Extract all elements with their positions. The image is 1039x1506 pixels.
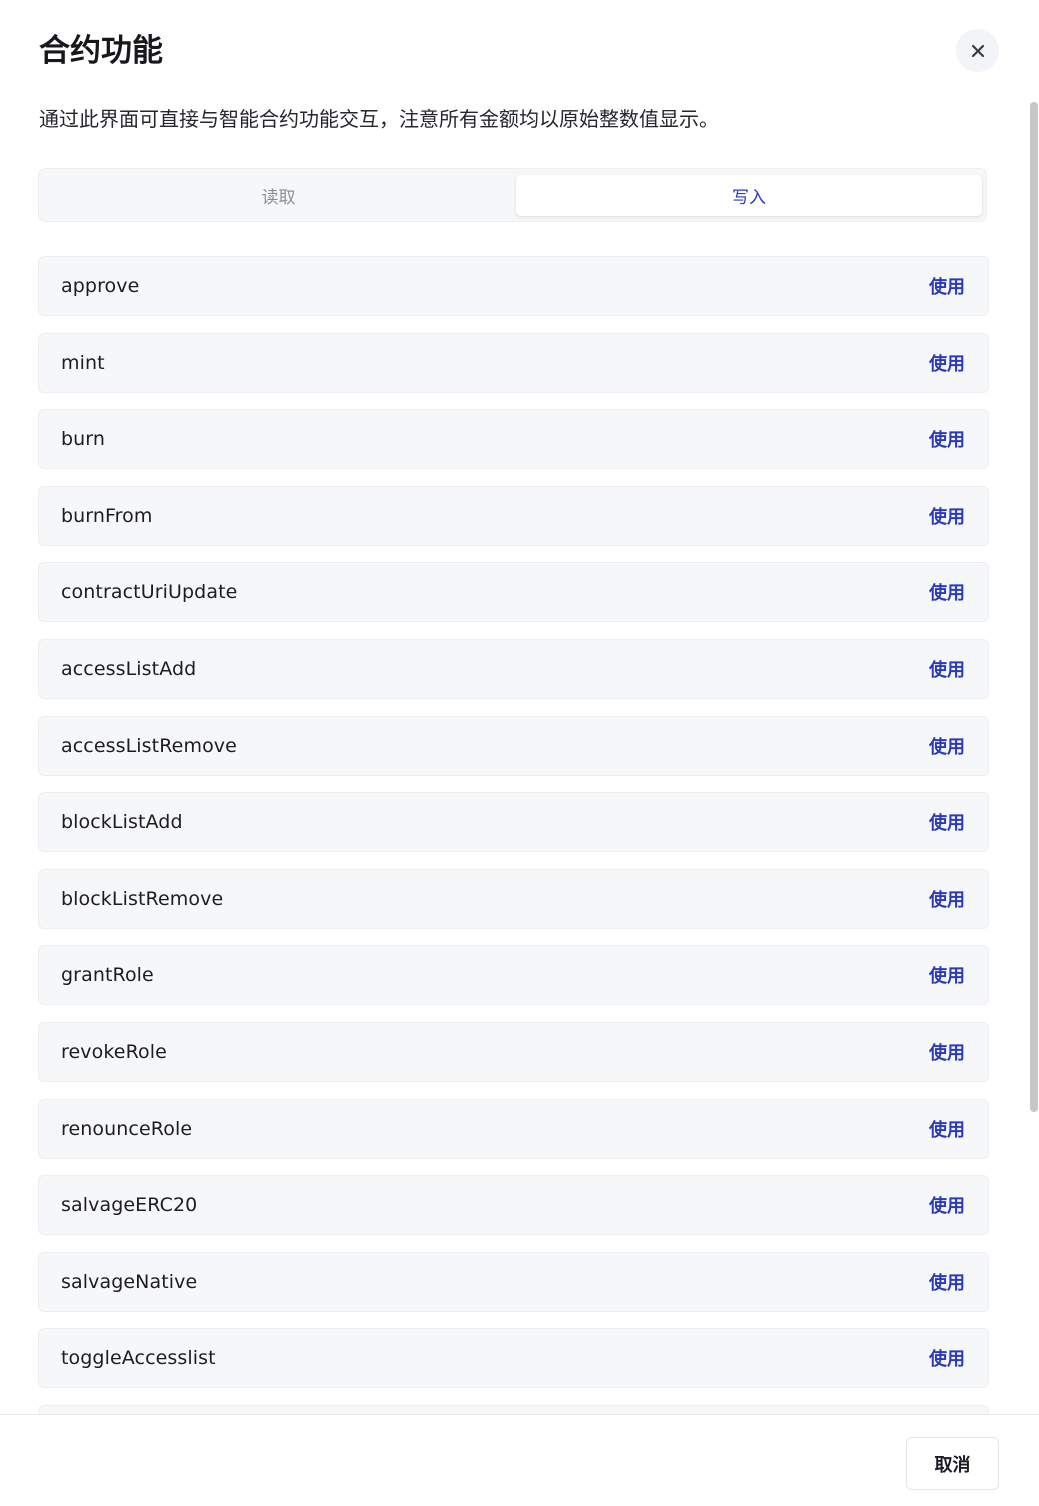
read-write-tabs: 读取 写入 bbox=[38, 168, 987, 222]
function-name: accessListRemove bbox=[61, 734, 237, 757]
contract-functions-dialog: 合约功能 通过此界面可直接与智能合约功能交互，注意所有金额均以原始整数值显示。 … bbox=[0, 0, 1039, 1506]
use-button[interactable]: 使用 bbox=[929, 656, 965, 682]
function-name: approve bbox=[61, 275, 140, 297]
function-row-blocklistadd: blockListAdd 使用 bbox=[38, 792, 989, 853]
function-name: burn bbox=[61, 428, 106, 451]
function-name: revokeRole bbox=[61, 1040, 167, 1063]
use-button[interactable]: 使用 bbox=[929, 350, 965, 376]
function-name: accessListAdd bbox=[61, 657, 197, 680]
use-button[interactable]: 使用 bbox=[929, 962, 965, 988]
function-row-contracturiupdate: contractUriUpdate 使用 bbox=[38, 562, 989, 623]
use-button[interactable]: 使用 bbox=[929, 273, 965, 299]
tab-read[interactable]: 读取 bbox=[45, 175, 512, 216]
close-button[interactable] bbox=[956, 29, 999, 72]
use-button[interactable]: 使用 bbox=[929, 1116, 965, 1142]
use-button[interactable]: 使用 bbox=[929, 733, 965, 759]
function-name: blockListRemove bbox=[61, 887, 224, 910]
dialog-title: 合约功能 bbox=[39, 33, 163, 69]
tab-write[interactable]: 写入 bbox=[516, 175, 982, 216]
use-button[interactable]: 使用 bbox=[929, 1345, 965, 1371]
use-button[interactable]: 使用 bbox=[929, 579, 965, 605]
function-name: grantRole bbox=[61, 964, 154, 987]
function-name: contractUriUpdate bbox=[61, 581, 238, 604]
cancel-button[interactable]: 取消 bbox=[906, 1437, 999, 1490]
function-row-accesslistadd: accessListAdd 使用 bbox=[38, 638, 989, 699]
dialog-footer: 取消 bbox=[0, 1414, 1039, 1506]
function-row-blocklistremove: blockListRemove 使用 bbox=[38, 868, 989, 929]
function-name: renounceRole bbox=[61, 1117, 193, 1140]
function-row-renouncerole: renounceRole 使用 bbox=[38, 1098, 989, 1159]
function-name: blockListAdd bbox=[61, 811, 183, 834]
use-button[interactable]: 使用 bbox=[929, 503, 965, 529]
function-name: burnFrom bbox=[61, 504, 153, 527]
function-name: toggleAccesslist bbox=[61, 1347, 216, 1370]
function-row-burnfrom: burnFrom 使用 bbox=[38, 485, 989, 546]
use-button[interactable]: 使用 bbox=[929, 1269, 965, 1295]
function-row-salvageerc20: salvageERC20 使用 bbox=[38, 1175, 989, 1236]
function-list: approve 使用 mint 使用 burn 使用 burnFrom 使用 c… bbox=[38, 256, 989, 1414]
function-row-partial bbox=[38, 1404, 989, 1414]
function-row-toggleaccesslist: toggleAccesslist 使用 bbox=[38, 1328, 989, 1389]
function-name: salvageNative bbox=[61, 1270, 198, 1293]
function-name: mint bbox=[61, 351, 105, 374]
use-button[interactable]: 使用 bbox=[929, 886, 965, 912]
use-button[interactable]: 使用 bbox=[929, 1039, 965, 1065]
function-row-approve: approve 使用 bbox=[38, 256, 989, 316]
function-row-accesslistremove: accessListRemove 使用 bbox=[38, 715, 989, 776]
function-row-grantrole: grantRole 使用 bbox=[38, 945, 989, 1006]
scrollbar-thumb[interactable] bbox=[1030, 102, 1038, 1112]
use-button[interactable]: 使用 bbox=[929, 809, 965, 835]
dialog-description: 通过此界面可直接与智能合约功能交互，注意所有金额均以原始整数值显示。 bbox=[39, 107, 719, 131]
function-row-revokerole: revokeRole 使用 bbox=[38, 1021, 989, 1082]
function-list-scroll-area[interactable]: approve 使用 mint 使用 burn 使用 burnFrom 使用 c… bbox=[0, 240, 1039, 1414]
close-icon bbox=[971, 44, 985, 58]
function-row-mint: mint 使用 bbox=[38, 332, 989, 393]
use-button[interactable]: 使用 bbox=[929, 426, 965, 452]
function-row-salvagenative: salvageNative 使用 bbox=[38, 1251, 989, 1312]
function-name: salvageERC20 bbox=[61, 1194, 198, 1217]
use-button[interactable]: 使用 bbox=[929, 1192, 965, 1218]
function-row-burn: burn 使用 bbox=[38, 409, 989, 470]
